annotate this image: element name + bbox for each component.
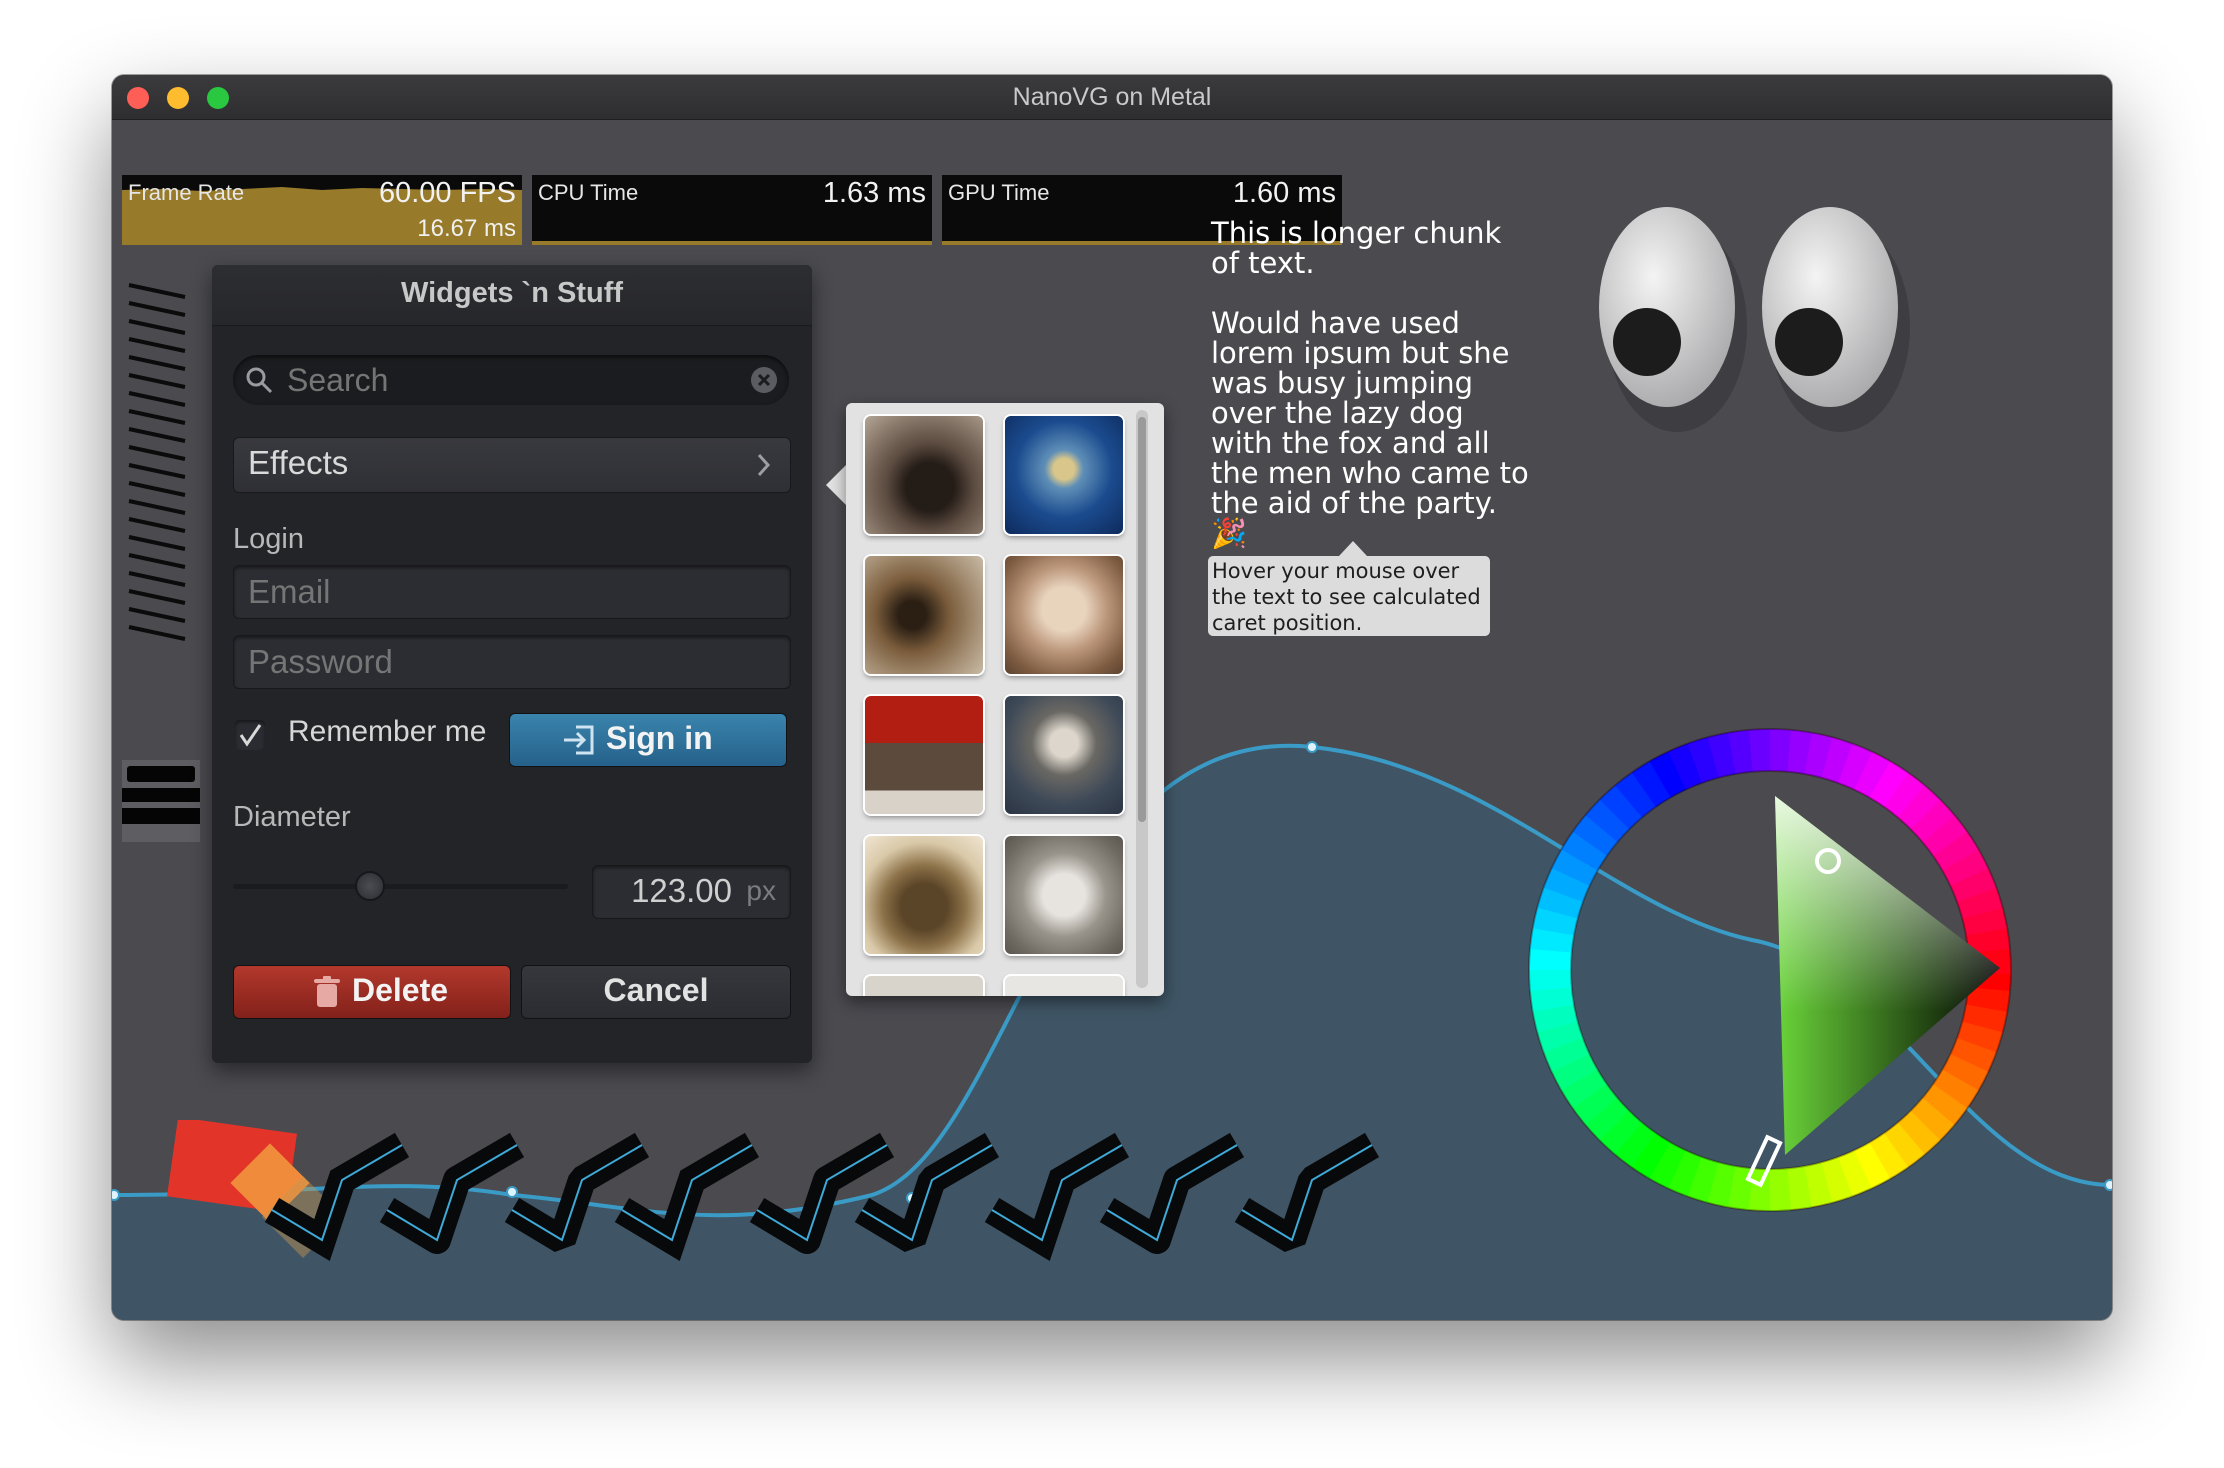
thumbnail-partial[interactable] <box>865 976 983 996</box>
cpu-time-graph: CPU Time 1.63 ms <box>532 175 932 245</box>
right-eye <box>1762 207 1898 407</box>
paragraph-1: This is longer chunk of text. <box>1211 216 1502 280</box>
diameter-label: Diameter <box>233 801 351 833</box>
left-eye <box>1599 207 1735 407</box>
thumbnails-popup <box>846 403 1164 996</box>
panel-title: Widgets `n Stuff <box>400 277 624 309</box>
search-icon <box>246 367 273 394</box>
tooltip-pointer <box>1339 541 1367 556</box>
sign-in-label: Sign in <box>606 720 713 756</box>
remember-checkbox[interactable] <box>235 720 265 750</box>
thumbnail-jellyfish[interactable] <box>1005 416 1123 534</box>
thumbnail-cat[interactable] <box>865 696 983 814</box>
window-title: NanoVG on Metal <box>1012 83 1212 111</box>
thumbnail-kinkajou[interactable] <box>1005 696 1123 814</box>
thumbnail-rabbit[interactable] <box>1005 556 1123 674</box>
sign-in-button[interactable]: Sign in <box>509 713 787 767</box>
gpu-time-label: GPU Time <box>948 180 1050 205</box>
remember-label: Remember me <box>288 715 487 748</box>
frame-rate-graph: Frame Rate 60.00 FPS 16.67 ms <box>122 175 522 245</box>
login-icon <box>564 725 594 755</box>
caps-joins-demo <box>167 1120 1380 1261</box>
diameter-number-box[interactable]: 123.00 px <box>592 865 791 919</box>
wave-graph-point <box>2104 1179 2112 1191</box>
frame-rate-label: Frame Rate <box>128 180 245 205</box>
wave-graph-point <box>112 1189 120 1201</box>
search-input[interactable] <box>285 361 709 400</box>
frame-time-value: 16.67 ms <box>417 215 516 242</box>
thumbnail-shrew[interactable] <box>865 556 983 674</box>
right-pupil <box>1775 308 1843 376</box>
password-input[interactable] <box>248 643 768 681</box>
login-label: Login <box>233 523 304 555</box>
eyes-demo <box>1599 207 1910 432</box>
wave-graph-point <box>1306 741 1318 753</box>
cpu-time-fill <box>532 241 932 245</box>
cpu-time-value: 1.63 ms <box>822 177 926 209</box>
email-input[interactable] <box>248 573 768 611</box>
email-field[interactable] <box>233 565 791 619</box>
checkmark-icon <box>239 724 262 747</box>
clear-icon[interactable] <box>749 365 779 395</box>
line-joins-demo <box>128 283 186 641</box>
app-window: NanoVG on Metal Frame Rate 60.00 FPS 16.… <box>112 75 2112 1320</box>
cancel-label: Cancel <box>603 972 709 1008</box>
frame-rate-value: 60.00 FPS <box>378 177 516 209</box>
diameter-slider-track[interactable] <box>233 884 568 889</box>
thumbnail-tortoise[interactable] <box>865 836 983 954</box>
trash-icon <box>314 976 340 1007</box>
widths-demo <box>122 760 200 842</box>
widgets-panel: Widgets `n Stuff Effects <box>212 265 812 1063</box>
gpu-time-value: 1.60 ms <box>1232 177 1336 209</box>
thumbnail-mouse[interactable] <box>1005 836 1123 954</box>
thumbnail-dog[interactable] <box>865 416 983 534</box>
diameter-value: 123.00 <box>631 872 732 909</box>
demo-canvas: Frame Rate 60.00 FPS 16.67 ms CPU Time 1… <box>112 120 2112 1320</box>
delete-label: Delete <box>352 972 449 1008</box>
thumbnail-partial[interactable] <box>1005 976 1123 996</box>
password-field[interactable] <box>233 635 791 689</box>
cpu-time-label: CPU Time <box>538 180 639 205</box>
color-wheel[interactable] <box>1520 720 2020 1220</box>
thumbnails-scroll-thumb[interactable] <box>1138 417 1146 822</box>
title-bar: NanoVG on Metal <box>112 75 2112 120</box>
diameter-slider-knob[interactable] <box>355 871 385 901</box>
caret-tooltip: Hover your mouse over the text to see ca… <box>1208 556 1490 636</box>
paragraph-demo[interactable]: This is longer chunk of text. Would have… <box>1211 218 1531 578</box>
diameter-unit: px <box>746 875 776 906</box>
search-box[interactable] <box>233 355 789 405</box>
delete-button[interactable]: Delete <box>233 965 511 1019</box>
chevron-right-icon <box>757 453 771 477</box>
paragraph-2: Would have used lorem ipsum but she was … <box>1211 306 1529 550</box>
effects-dropdown[interactable]: Effects <box>233 437 791 493</box>
thumbnails-pointer <box>826 463 848 507</box>
effects-dropdown-label: Effects <box>248 444 349 481</box>
left-pupil <box>1613 308 1681 376</box>
panel-header: Widgets `n Stuff <box>212 265 812 326</box>
cancel-button[interactable]: Cancel <box>521 965 791 1019</box>
